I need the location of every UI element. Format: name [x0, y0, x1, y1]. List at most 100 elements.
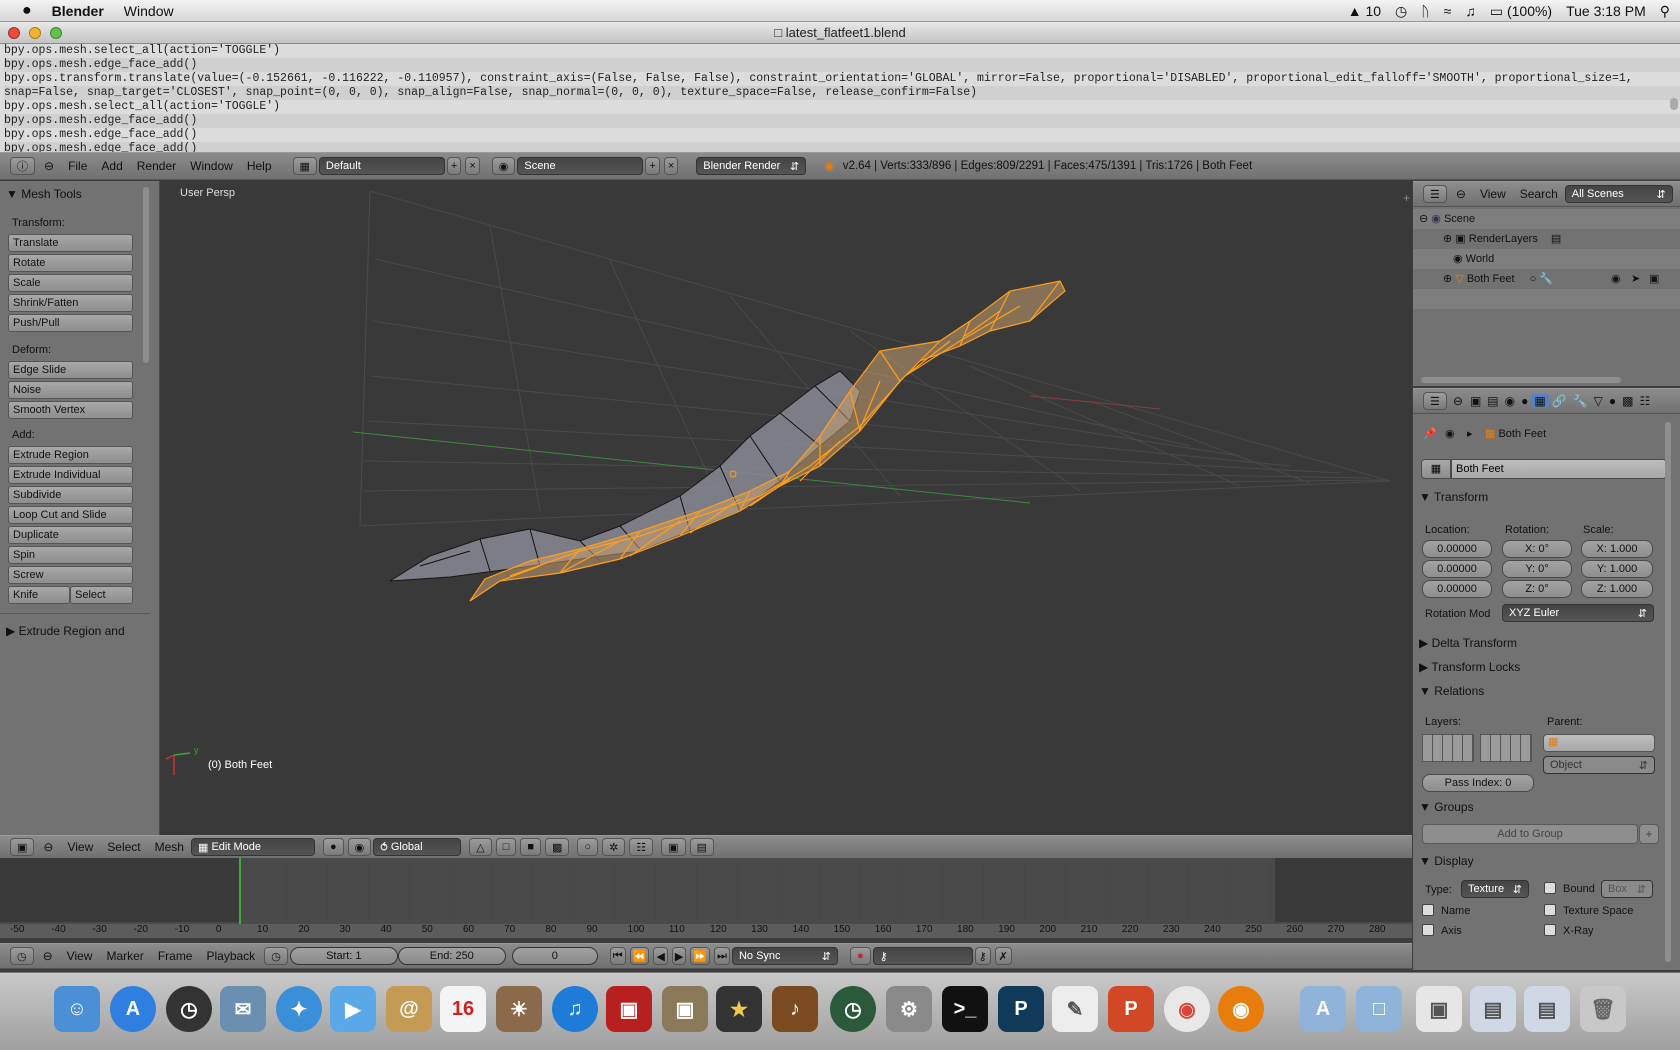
close-button[interactable]: [8, 27, 20, 39]
wifi-icon[interactable]: ≈: [1444, 3, 1452, 19]
render-engine-select[interactable]: Blender Render ⇵: [696, 157, 807, 175]
bound-type-select[interactable]: Box ⇵: [1601, 880, 1653, 898]
expand-icon[interactable]: ⊖: [1413, 213, 1428, 225]
rotation-z-field[interactable]: Z: 0°: [1502, 580, 1572, 598]
prev-keyframe-icon[interactable]: ⏪: [629, 947, 650, 965]
tab-material-icon[interactable]: ●: [1606, 394, 1619, 408]
next-keyframe-icon[interactable]: ⏩: [690, 947, 711, 965]
dock-terminal-icon[interactable]: >_: [942, 986, 988, 1032]
menu-view[interactable]: View: [60, 840, 100, 854]
viewport-shading-icon[interactable]: ●: [322, 838, 344, 856]
tab-render-icon[interactable]: ▣: [1467, 394, 1484, 408]
tab-world-icon[interactable]: ●: [1518, 394, 1531, 408]
occlude-icon[interactable]: ▩: [545, 838, 570, 856]
knife-button[interactable]: Knife: [8, 586, 70, 604]
dock-chrome-icon[interactable]: ◉: [1164, 986, 1210, 1032]
dock-downloads-stack-icon[interactable]: ▤: [1470, 986, 1516, 1032]
remove-scene-icon[interactable]: ×: [663, 157, 679, 175]
location-x-field[interactable]: 0.00000: [1422, 540, 1492, 558]
transform-panel-header[interactable]: ▼ Transform: [1419, 490, 1669, 510]
selectability-cursor-icon[interactable]: ➤: [1631, 269, 1640, 289]
display-panel-header[interactable]: ▼ Display: [1419, 854, 1669, 874]
smooth-vertex-button[interactable]: Smooth Vertex: [8, 401, 133, 419]
expand-icon[interactable]: ⊕: [1413, 273, 1452, 285]
current-frame-field[interactable]: 0: [511, 947, 598, 965]
push-pull-button[interactable]: Push/Pull: [8, 314, 133, 332]
layers-grid-a[interactable]: [1422, 734, 1474, 762]
jump-end-icon[interactable]: ⏭: [714, 947, 730, 965]
menu-add[interactable]: Add: [94, 159, 129, 173]
tab-constraints-icon[interactable]: 🔗: [1549, 394, 1570, 408]
scale-x-field[interactable]: X: 1.000: [1581, 540, 1653, 558]
menu-mesh[interactable]: Mesh: [148, 840, 191, 854]
collapse-icon[interactable]: ⊖: [37, 159, 61, 173]
snap-element-icon[interactable]: ☷: [629, 838, 654, 856]
dock-trash-icon[interactable]: 🗑: [1580, 986, 1626, 1032]
menu-render[interactable]: Render: [130, 159, 183, 173]
rotation-x-field[interactable]: X: 0°: [1502, 540, 1572, 558]
outliner-item-scene[interactable]: ⊖ ◉ Scene: [1413, 209, 1680, 229]
scene-icon[interactable]: ◉: [491, 157, 516, 175]
transform-locks-panel-header[interactable]: ▶ Transform Locks: [1419, 660, 1669, 680]
orientation-select[interactable]: ⥀ Global: [373, 838, 462, 856]
object-name-field[interactable]: Both Feet: [1451, 459, 1667, 479]
menu-search[interactable]: Search: [1513, 187, 1565, 201]
timeline[interactable]: -50 -40 -30 -20 -10 0 10 20 30 40 50 60 70 80 90 100 110…: [0, 858, 1412, 938]
view3d-editor-type-button[interactable]: ▣: [10, 838, 35, 856]
add-to-group-button[interactable]: Add to Group: [1422, 824, 1638, 844]
dock-itunes-icon[interactable]: ♫: [552, 986, 598, 1032]
layers-grid-b[interactable]: [1480, 734, 1532, 762]
add-scene-icon[interactable]: +: [645, 157, 660, 175]
tab-object-icon[interactable]: ▦: [1531, 394, 1549, 408]
edge-slide-button[interactable]: Edge Slide: [8, 361, 133, 379]
rotation-y-field[interactable]: Y: 0°: [1502, 560, 1572, 578]
dock-p-app-icon[interactable]: P: [998, 986, 1044, 1032]
parent-field[interactable]: ▦: [1543, 734, 1655, 752]
properties-editor-type-button[interactable]: ☰: [1423, 392, 1447, 410]
preview-range-icon[interactable]: ◷: [264, 947, 288, 965]
collapse-icon[interactable]: ⊖: [1449, 394, 1467, 408]
insert-keyframe-icon[interactable]: ⚷: [974, 947, 991, 965]
add-layout-icon[interactable]: +: [446, 157, 462, 175]
visibility-eye-icon[interactable]: ◉: [1611, 269, 1621, 289]
add-group-plus-icon[interactable]: +: [1639, 824, 1659, 844]
mesh-tools-header[interactable]: ▼ Mesh Tools: [6, 187, 82, 201]
outliner-scope-select[interactable]: All Scenes ⇵: [1564, 185, 1673, 203]
translate-button[interactable]: Translate: [8, 234, 133, 252]
screw-button[interactable]: Screw: [8, 566, 133, 584]
duplicate-button[interactable]: Duplicate: [8, 526, 133, 544]
outliner-item-both-feet[interactable]: ⊕ ▽ Both Feet ○ 🔧 ◉ ➤ ▣: [1413, 269, 1680, 289]
spotlight-icon[interactable]: ⚲: [1660, 3, 1670, 20]
dock-dashboard-icon[interactable]: ◷: [166, 986, 212, 1032]
bluetooth-icon[interactable]: ᚢ: [1421, 3, 1429, 19]
tab-particles-icon[interactable]: ☷: [1636, 394, 1653, 408]
dock-photo-booth-icon[interactable]: ▣: [606, 986, 652, 1032]
3d-viewport[interactable]: User Persp y (0) Both Feet +: [160, 181, 1412, 835]
groups-panel-header[interactable]: ▼ Groups: [1419, 800, 1669, 820]
clock[interactable]: Tue 3:18 PM: [1566, 3, 1646, 19]
outliner-editor-type-button[interactable]: ☰: [1423, 185, 1447, 203]
knife-select-button[interactable]: Select: [70, 586, 133, 604]
scale-button[interactable]: Scale: [8, 274, 133, 292]
dock-system-preferences-icon[interactable]: ⚙: [886, 986, 932, 1032]
render-icon[interactable]: ▣: [661, 838, 686, 856]
extrude-region-button[interactable]: Extrude Region: [8, 446, 133, 464]
axis-checkbox[interactable]: [1422, 924, 1434, 936]
keying-set-field[interactable]: ⚷: [872, 947, 973, 965]
texture-space-checkbox[interactable]: [1544, 904, 1556, 916]
menu-view[interactable]: View: [60, 949, 100, 963]
dock-documents-folder-icon[interactable]: □: [1356, 986, 1402, 1032]
adobe-status[interactable]: ▲ 10: [1348, 3, 1381, 19]
timeline-editor-type-button[interactable]: ◷: [10, 947, 34, 965]
tab-texture-icon[interactable]: ▩: [1619, 394, 1636, 408]
tab-modifiers-icon[interactable]: 🔧: [1570, 394, 1591, 408]
object-type-icon[interactable]: ▦: [1421, 459, 1451, 479]
menu-playback[interactable]: Playback: [199, 949, 262, 963]
dock-mail-icon[interactable]: ✉: [220, 986, 266, 1032]
tool-shelf-scrollbar[interactable]: [143, 187, 149, 363]
dock-garageband-icon[interactable]: ♪: [772, 986, 818, 1032]
loop-cut-button[interactable]: Loop Cut and Slide: [8, 506, 133, 524]
display-type-select[interactable]: Texture ⇵: [1461, 880, 1529, 898]
dock-iphoto-icon[interactable]: ☀: [496, 986, 542, 1032]
menu-window[interactable]: Window: [183, 159, 240, 173]
